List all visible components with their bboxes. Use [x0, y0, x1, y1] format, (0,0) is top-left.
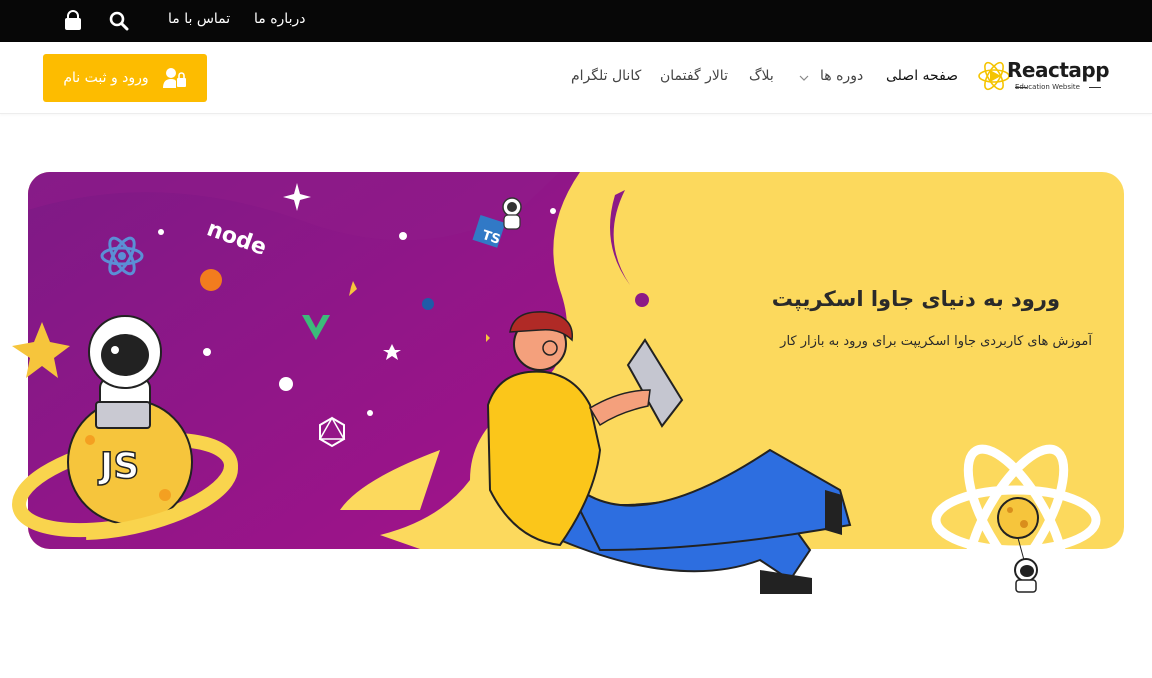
nav-blog[interactable]: بلاگ: [749, 68, 774, 84]
nav-home[interactable]: صفحه اصلی: [886, 68, 958, 84]
login-register-button[interactable]: ورود و ثبت نام: [43, 54, 207, 102]
nav-courses[interactable]: دوره ها: [820, 68, 863, 84]
hero-banner[interactable]: node TS JS ورود به دنیای جاوا اسکریپت آم…: [0, 150, 1152, 610]
banner-subtitle: آموزش های کاربردی جاوا اسکریپت برای ورود…: [780, 334, 1092, 349]
shopping-bag-icon[interactable]: [62, 10, 84, 32]
nav-telegram-channel[interactable]: کانال تلگرام: [571, 68, 641, 84]
contact-link[interactable]: تماس با ما: [168, 11, 230, 27]
top-bar: تماس با ما درباره ما: [0, 0, 1152, 42]
js-planet-label: JS: [97, 446, 139, 487]
logo-tagline: Education Website: [1015, 83, 1080, 91]
logo-rule-right: [1089, 87, 1101, 88]
user-lock-icon: [162, 68, 186, 88]
about-link[interactable]: درباره ما: [254, 11, 305, 27]
site-logo[interactable]: Reactapp Education Website: [977, 58, 1110, 99]
banner-title: ورود به دنیای جاوا اسکریپت: [771, 287, 1060, 311]
login-register-label: ورود و ثبت نام: [63, 70, 149, 86]
chevron-down-icon[interactable]: [798, 72, 810, 84]
logo-brand-text: Reactapp: [1007, 58, 1110, 82]
main-header: ورود و ثبت نام کانال تلگرام تالار گفتمان…: [0, 42, 1152, 114]
hero-illustration: node TS JS: [12, 172, 1124, 596]
search-icon[interactable]: [108, 10, 130, 32]
react-play-logo-icon: [978, 61, 1010, 91]
nav-forum[interactable]: تالار گفتمان: [660, 68, 728, 84]
